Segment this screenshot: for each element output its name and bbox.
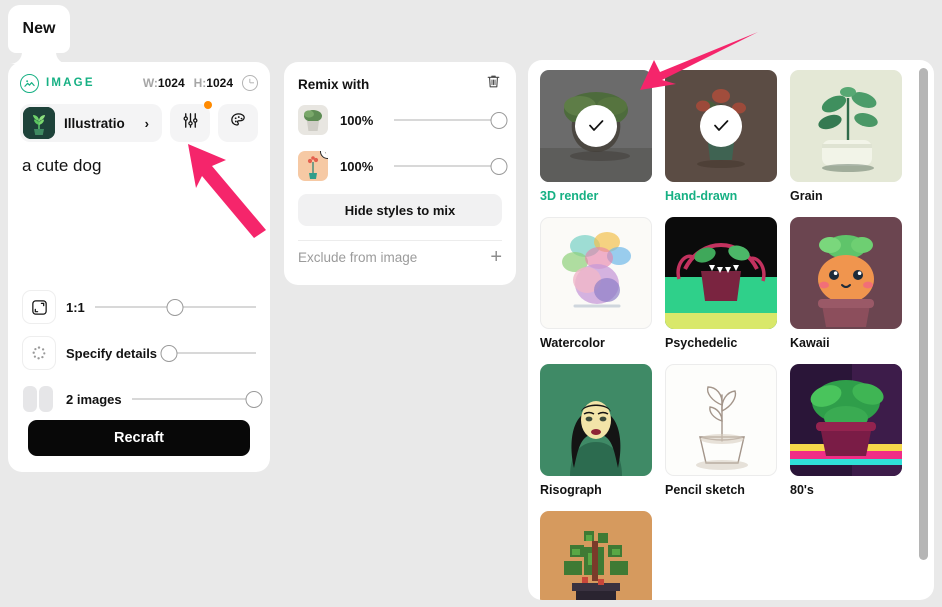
tab-new-label: New [22,20,56,37]
remix-thumbnail: ✕ [298,151,328,181]
option-label: Specify details [66,345,158,361]
app-window: New IMAGE W:1024 H:1024 Illustratio › a … [0,0,942,607]
remix-header: Remix with [298,74,502,94]
aspect-ratio-slider[interactable] [94,298,256,316]
prompt-input[interactable]: a cute dog [8,142,270,176]
exclude-label: Exclude from image [298,249,418,265]
style-card-label: Risograph [540,483,602,497]
check-icon [700,105,742,147]
style-selector[interactable]: Illustratio › [20,104,162,142]
style-card-label: 80's [790,483,814,497]
style-preview [790,70,902,182]
style-card[interactable]: Psychedelic [665,217,777,350]
style-preview [665,364,777,476]
remix-strength-slider[interactable] [394,111,508,129]
aspect-ratio-icon [22,290,56,324]
option-image-count[interactable]: 2 images [8,376,270,422]
slider-track [394,119,502,121]
remix-strength-slider[interactable] [394,157,508,175]
images-count-icon [22,382,56,416]
remix-percent: 100% [340,158,374,174]
style-card-label: Pencil sketch [665,483,745,497]
style-card[interactable]: Kawaii [790,217,902,350]
settings-badge-dot [204,101,212,109]
chevron-right-icon: › [144,115,149,131]
styles-panel: 3D render Hand-drawn Grain Watercolor Ps… [528,60,934,600]
slider-knob[interactable] [245,390,262,408]
style-preview [790,217,902,329]
style-preview [665,217,777,329]
slider-knob[interactable] [166,298,184,316]
dimensions: W:1024 H:1024 [143,75,258,91]
remix-item[interactable]: 100% [298,100,508,140]
style-card-label: Psychedelic [665,336,738,350]
palette-button[interactable] [218,104,258,142]
palette-icon [229,111,248,135]
tab-new[interactable]: New [8,5,70,53]
details-icon [22,336,56,370]
style-card-label: Hand-drawn [665,189,738,203]
slider-knob[interactable] [490,111,508,129]
vertical-scrollbar[interactable] [919,68,928,560]
remix-thumbnail [298,105,328,135]
style-preview [540,217,652,329]
style-card-label: Watercolor [540,336,605,350]
style-preview [540,364,652,476]
option-label: 2 images [66,391,122,407]
height-value: H:1024 [193,76,233,90]
settings-button[interactable] [170,101,212,142]
prompt-text: a cute dog [22,156,102,175]
panel-header: IMAGE W:1024 H:1024 [8,66,270,100]
style-card[interactable]: Grain [790,70,902,203]
style-card[interactable]: 3D render [540,70,652,203]
clock-icon[interactable] [242,75,258,91]
toggle-styles-label: Hide styles to mix [344,202,456,218]
plus-icon[interactable]: + [490,247,502,267]
generate-button-label: Recraft [114,430,164,446]
style-card[interactable]: Pencil sketch [665,364,777,497]
check-icon [575,105,617,147]
option-specify-details[interactable]: Specify details [8,330,270,376]
style-preview [665,70,777,182]
generate-button[interactable]: Recraft [28,420,250,456]
remix-percent: 100% [340,112,374,128]
option-aspect-ratio[interactable]: 1:1 [8,284,270,330]
style-preview [540,511,652,600]
style-card[interactable]: Hand-drawn [665,70,777,203]
slider-knob[interactable] [160,344,178,362]
sliders-icon [181,111,200,135]
exclude-row[interactable]: Exclude from image + [298,241,502,273]
style-row: Illustratio › [8,100,270,142]
style-card[interactable]: Watercolor [540,217,652,350]
style-selector-label: Illustratio [64,115,125,131]
style-thumbnail [23,107,55,139]
remix-title: Remix with [298,76,370,92]
slider-track [167,352,256,354]
trash-icon[interactable] [485,73,502,95]
styles-grid: 3D render Hand-drawn Grain Watercolor Ps… [540,70,906,600]
image-count-slider[interactable] [131,390,262,408]
toggle-styles-button[interactable]: Hide styles to mix [298,194,502,226]
type-badge-label: IMAGE [46,77,95,89]
image-icon [20,73,39,93]
slider-track [394,165,502,167]
slider-knob[interactable] [490,157,508,175]
style-card-label: Kawaii [790,336,830,350]
style-preview [790,364,902,476]
specify-details-slider[interactable] [160,344,256,362]
style-card[interactable]: Risograph [540,364,652,497]
type-badge[interactable]: IMAGE [20,73,95,93]
style-card[interactable]: 80's [790,364,902,497]
slider-track [131,398,256,400]
width-value: W:1024 [142,76,185,90]
option-label: 1:1 [66,299,85,315]
remix-item[interactable]: ✕ 100% [298,146,508,186]
style-card-label: 3D render [540,189,599,203]
style-preview [540,70,652,182]
remix-panel: Remix with 100% ✕ 100% Hide styles to mi… [284,62,516,285]
generation-panel: IMAGE W:1024 H:1024 Illustratio › a cute… [8,62,270,472]
style-card[interactable] [540,511,652,600]
options-list: 1:1 Specify details 2 images [8,284,270,422]
style-card-label: Grain [790,189,823,203]
